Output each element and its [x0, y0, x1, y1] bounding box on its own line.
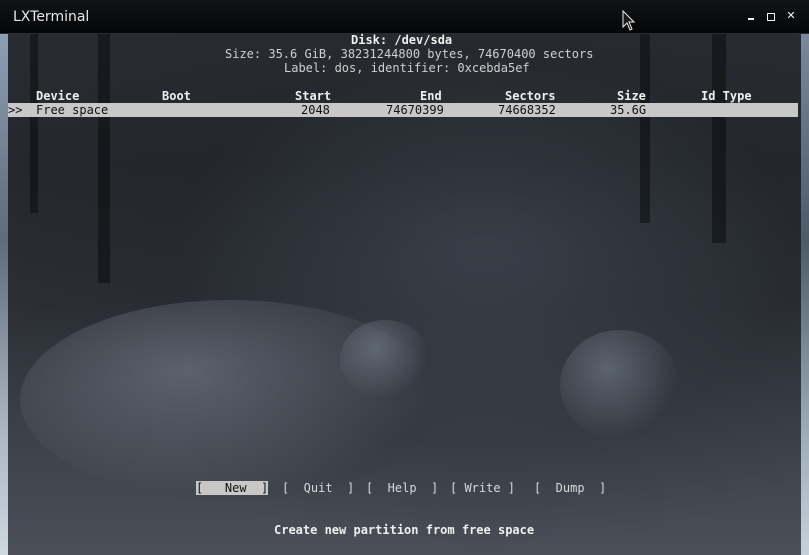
- table-row[interactable]: >> Free space 2048 74670399 74668352 35.…: [8, 103, 798, 117]
- menu-write-button[interactable]: [ Write ]: [450, 481, 515, 495]
- disk-size-line: Size: 35.6 GiB, 38231244800 bytes, 74670…: [225, 47, 594, 61]
- terminal-content[interactable]: Disk: /dev/sda Size: 35.6 GiB, 382312448…: [8, 33, 801, 540]
- menu-new-button[interactable]: [ New ]: [196, 481, 269, 495]
- cell-sectors: 74668352: [498, 103, 556, 117]
- close-icon: ✕: [786, 9, 796, 22]
- terminal-window: LXTerminal ✕ Disk: /dev/sda Size: 35.6 G…: [0, 0, 809, 555]
- cell-device: Free space: [36, 103, 109, 117]
- selection-marker: >>: [8, 103, 23, 117]
- close-button[interactable]: ✕: [784, 9, 798, 23]
- desktop-background-right: [801, 30, 809, 555]
- column-header-start: Start: [295, 89, 332, 103]
- desktop-background-left: [0, 30, 8, 555]
- status-hint: Create new partition from free space: [274, 523, 535, 537]
- cell-size: 35.6G: [610, 103, 647, 117]
- cell-end: 74670399: [386, 103, 444, 117]
- column-header-size: Size: [617, 89, 646, 103]
- minimize-button[interactable]: [744, 9, 758, 23]
- menu-dump-button[interactable]: [ Dump ]: [534, 481, 606, 495]
- title-bar[interactable]: LXTerminal ✕: [0, 0, 809, 34]
- menu-help-button[interactable]: [ Help ]: [366, 481, 438, 495]
- disk-label-line: Label: dos, identifier: 0xcebda5ef: [284, 61, 530, 75]
- window-title: LXTerminal: [13, 9, 90, 25]
- maximize-icon: [767, 13, 775, 21]
- disk-title: Disk: /dev/sda: [351, 33, 453, 47]
- column-header-sectors: Sectors: [505, 89, 556, 103]
- menu-quit-button[interactable]: [ Quit ]: [282, 481, 354, 495]
- cell-start: 2048: [301, 103, 330, 117]
- maximize-button[interactable]: [764, 9, 778, 23]
- column-header-id-type: Id Type: [701, 89, 752, 103]
- minimize-icon: [748, 18, 754, 20]
- column-header-boot: Boot: [162, 89, 191, 103]
- mouse-pointer-icon: [622, 10, 636, 31]
- column-header-end: End: [420, 89, 442, 103]
- column-header-device: Device: [36, 89, 80, 103]
